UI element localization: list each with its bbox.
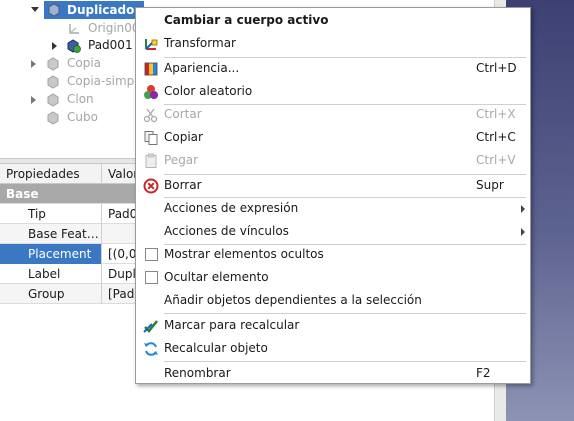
context-menu: Cambiar a cuerpo activo Transformar Apar… xyxy=(135,7,531,384)
tree-item-label[interactable]: Origin00 xyxy=(88,21,140,35)
menu-item-label: Marcar para recalcular xyxy=(164,318,300,332)
checkbox-icon[interactable] xyxy=(145,248,158,261)
expand-arrow-icon[interactable] xyxy=(31,7,39,12)
menu-item-label: Borrar xyxy=(164,178,202,192)
part-icon xyxy=(47,57,59,71)
menu-item-shortcut: F2 xyxy=(476,366,491,380)
part-icon xyxy=(47,93,59,107)
menu-item-acciones-vinculos[interactable]: Acciones de vínculos xyxy=(137,220,529,243)
origin-icon xyxy=(69,24,79,34)
tree-item-label[interactable]: Cubo xyxy=(67,110,98,124)
menu-item-label: Color aleatorio xyxy=(164,84,253,98)
recompute-icon xyxy=(144,342,158,356)
menu-item-cambiar-cuerpo-activo[interactable]: Cambiar a cuerpo activo xyxy=(137,9,529,32)
menu-item-cortar[interactable]: Cortar Ctrl+X xyxy=(137,103,529,126)
property-name: Placement xyxy=(0,244,102,264)
tree-item-label[interactable]: Pad001 xyxy=(88,38,133,52)
menu-item-shortcut: Ctrl+V xyxy=(476,153,516,167)
tree-item-duplicado[interactable]: Duplicado xyxy=(44,1,144,19)
appearance-icon xyxy=(144,62,158,76)
menu-item-label: Acciones de vínculos xyxy=(164,224,289,238)
property-column-header[interactable]: Propiedades xyxy=(0,164,102,184)
menu-item-label: Cambiar a cuerpo activo xyxy=(164,13,329,27)
menu-item-label: Renombrar xyxy=(164,366,231,380)
pad-duplicate-icon xyxy=(48,3,60,17)
part-icon xyxy=(47,75,59,89)
menu-item-shortcut: Supr xyxy=(476,178,504,192)
menu-item-label: Cortar xyxy=(164,107,202,121)
menu-item-borrar[interactable]: Borrar Supr xyxy=(137,174,529,197)
menu-item-anadir-dependientes[interactable]: Añadir objetos dependientes a la selecci… xyxy=(137,289,529,312)
menu-item-recalcular-objeto[interactable]: Recalcular objeto xyxy=(137,337,529,360)
submenu-arrow-icon xyxy=(521,228,525,236)
menu-item-shortcut: Ctrl+C xyxy=(476,130,516,144)
pad-icon xyxy=(67,39,81,53)
menu-item-label: Apariencia... xyxy=(164,61,240,75)
menu-item-label: Acciones de expresión xyxy=(164,201,299,215)
tree-item-label[interactable]: Clon xyxy=(67,92,94,106)
part-icon xyxy=(47,111,59,125)
property-name: Label xyxy=(22,264,102,284)
menu-item-shortcut: Ctrl+X xyxy=(476,107,516,121)
expand-arrow-icon[interactable] xyxy=(52,42,57,50)
menu-item-label: Pegar xyxy=(164,153,199,167)
menu-item-color-aleatorio[interactable]: Color aleatorio xyxy=(137,80,529,103)
menu-item-shortcut: Ctrl+D xyxy=(476,61,517,75)
tree-item-label: Duplicado xyxy=(67,3,135,17)
menu-item-pegar[interactable]: Pegar Ctrl+V xyxy=(137,149,529,172)
property-name: Tip xyxy=(22,204,102,224)
menu-item-transformar[interactable]: Transformar xyxy=(137,32,529,55)
menu-item-apariencia[interactable]: Apariencia... Ctrl+D xyxy=(137,57,529,80)
transform-icon xyxy=(145,39,158,50)
expand-arrow-icon[interactable] xyxy=(31,60,36,68)
menu-item-acciones-expresion[interactable]: Acciones de expresión xyxy=(137,197,529,220)
menu-item-mostrar-ocultos[interactable]: Mostrar elementos ocultos xyxy=(137,243,529,266)
menu-item-renombrar[interactable]: Renombrar F2 xyxy=(137,362,529,385)
mark-recompute-icon xyxy=(143,320,158,333)
scissors-icon xyxy=(143,108,158,123)
submenu-arrow-icon xyxy=(521,205,525,213)
property-name: Base Feat… xyxy=(22,224,102,244)
menu-item-label: Ocultar elemento xyxy=(164,270,269,284)
tree-item-label[interactable]: Copia xyxy=(67,56,101,70)
delete-icon xyxy=(143,178,159,194)
expand-arrow-icon[interactable] xyxy=(31,96,36,104)
property-name: Group xyxy=(22,284,102,304)
menu-item-ocultar-elemento[interactable]: Ocultar elemento xyxy=(137,266,529,289)
tree-item-label[interactable]: Copia-simp xyxy=(67,74,134,88)
menu-item-copiar[interactable]: Copiar Ctrl+C xyxy=(137,126,529,149)
menu-item-label: Copiar xyxy=(164,130,203,144)
copy-icon xyxy=(144,131,158,145)
menu-item-label: Añadir objetos dependientes a la selecci… xyxy=(164,293,422,307)
menu-item-marcar-recalcular[interactable]: Marcar para recalcular xyxy=(137,314,529,337)
menu-item-label: Mostrar elementos ocultos xyxy=(164,247,324,261)
paste-icon xyxy=(145,153,157,168)
random-color-icon xyxy=(144,85,158,99)
property-group-label: Base xyxy=(6,187,39,201)
menu-item-label: Recalcular objeto xyxy=(164,341,268,355)
menu-item-label: Transformar xyxy=(164,36,236,50)
checkbox-icon[interactable] xyxy=(145,271,158,284)
